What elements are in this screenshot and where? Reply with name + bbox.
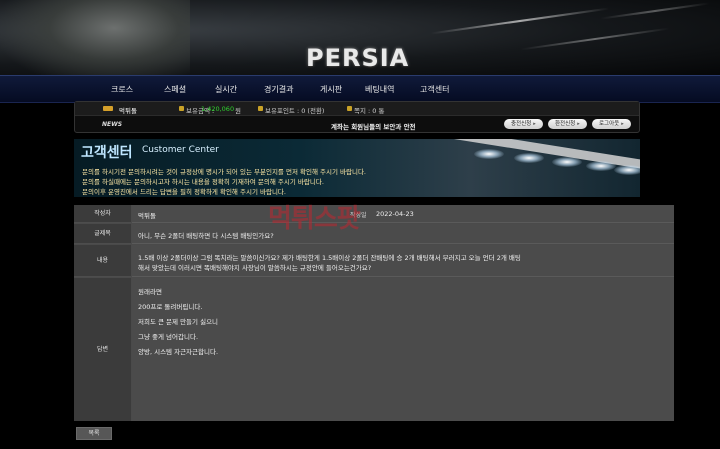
answer-line-5: 양방, 시스템 자근자근합니다.: [138, 348, 219, 356]
customer-center-banner: 고객센터 Customer Center 문의를 하시기전 문의하시려는 것이 …: [74, 139, 640, 197]
stadium-light: [552, 157, 582, 167]
balance-value: 1,420,060: [201, 105, 235, 113]
stadium-light: [586, 161, 616, 171]
account-info-bar: 먹튀돌 보유금액 : 1,420,060 원 보유포인트 : 0 (전환) 쪽지…: [74, 101, 640, 133]
chevron-right-icon: ▸: [533, 121, 536, 127]
account-row: 먹튀돌 보유금액 : 1,420,060 원 보유포인트 : 0 (전환) 쪽지…: [75, 102, 639, 116]
page-subtitle: Customer Center: [142, 145, 219, 155]
stadium-light: [514, 153, 544, 163]
news-label: NEWS: [102, 121, 123, 128]
author-label: 작성자: [94, 210, 111, 217]
deposit-request-button[interactable]: 충전신청 ▸: [504, 119, 543, 129]
content-label: 내용: [96, 257, 109, 264]
chevron-right-icon: ▸: [577, 121, 580, 127]
nav-live[interactable]: 실시간: [215, 84, 237, 95]
notes-icon: [347, 106, 352, 111]
content-row: 1.5배 이상 2폴더이상 그럼 똑치라는 말씀이신가요? 제가 배팅한게 1.…: [132, 245, 674, 277]
soldier-artwork: [0, 0, 190, 75]
guide-line-2: 문의를 하실때에는 문의하시고자 하시는 내용을 정확히 기재하여 문의해 주시…: [82, 178, 324, 186]
inquiry-detail-table: 작성자 먹튀돌 작성일 2022-04-23 글제목 아니, 무슨 2폴더 배팅…: [74, 205, 674, 421]
answer-line-3: 저희도 큰 문제 만들기 싫으니: [138, 318, 219, 326]
stadium-light: [474, 149, 504, 159]
level-icon: [103, 106, 113, 111]
balance-unit: 원: [235, 107, 241, 115]
site-header: PERSIA: [0, 0, 720, 75]
title-row: 아니, 무슨 2폴더 배팅하면 다 시스템 배팅인가요?: [132, 224, 674, 244]
nav-customer-center[interactable]: 고객센터: [420, 84, 449, 95]
watermark: 먹튀스팟: [268, 204, 361, 234]
answer-line-2: 200프로 돌려버립니다.: [138, 303, 203, 311]
guide-line-1: 문의를 하시기전 문의하시려는 것이 규정상에 명시가 되어 있는 부분인지를 …: [82, 168, 367, 176]
logout-label: 로그아웃: [599, 121, 620, 127]
nav-board[interactable]: 게시판: [320, 84, 342, 95]
username: 먹튀돌: [119, 107, 137, 115]
author-label-cell: 작성자: [74, 205, 131, 223]
news-ticker: 계좌는 회원님들의 보안과 안전: [331, 123, 416, 131]
nav-bet-history[interactable]: 베팅내역: [365, 84, 394, 95]
balance-icon: [179, 106, 184, 111]
author-value: 먹튀돌: [138, 212, 156, 220]
answer-line-1: 원래라면: [138, 288, 162, 296]
content-line-2: 해서 맞았는데 이러시면 똑배팅해야지 사장님이 말씀하시는 규정안에 들어오는…: [138, 264, 372, 272]
guide-line-3: 문의이후 운영진에서 드리는 답변을 필히 정확하게 확인해 주시기 바랍니다.: [82, 188, 286, 196]
nav-cross[interactable]: 크로스: [111, 84, 133, 95]
main-nav: 크로스 스페셜 실시간 경기결과 게시판 베팅내역 고객센터: [0, 75, 720, 103]
author-row: 먹튀돌 작성일 2022-04-23: [132, 205, 674, 223]
nav-special[interactable]: 스페셜: [164, 84, 186, 95]
chevron-right-icon: ▸: [621, 121, 624, 127]
answer-label: 답변: [96, 346, 109, 353]
post-title: 아니, 무슨 2폴더 배팅하면 다 시스템 배팅인가요?: [138, 232, 274, 240]
withdraw-request-label: 환전신청: [555, 121, 576, 127]
logout-button[interactable]: 로그아웃 ▸: [592, 119, 631, 129]
deposit-request-label: 충전신청: [511, 121, 532, 127]
title-label: 글제목: [94, 230, 111, 237]
answer-row: 원래라면 200프로 돌려버립니다. 저희도 큰 문제 만들기 싫으니 그냥 좋…: [132, 278, 674, 421]
light-streak: [600, 2, 710, 20]
site-logo[interactable]: PERSIA: [306, 44, 409, 72]
light-streak: [430, 7, 610, 35]
light-streak: [520, 27, 670, 51]
title-label-cell: 글제목: [74, 224, 131, 244]
list-button[interactable]: 목록: [76, 427, 112, 440]
answer-label-cell: 답변: [74, 278, 131, 421]
notes-label[interactable]: 쪽지 : 0 통: [354, 105, 384, 115]
points-label[interactable]: 보유포인트 : 0 (전환): [265, 105, 324, 115]
content-line-1: 1.5배 이상 2폴더이상 그럼 똑치라는 말씀이신가요? 제가 배팅한게 1.…: [138, 254, 521, 262]
withdraw-request-button[interactable]: 환전신청 ▸: [548, 119, 587, 129]
nav-results[interactable]: 경기결과: [264, 84, 293, 95]
answer-line-4: 그냥 좋게 넘어갑니다.: [138, 333, 199, 341]
points-icon: [258, 106, 263, 111]
stadium-light: [614, 165, 640, 175]
page-title: 고객센터: [81, 145, 133, 161]
date-value: 2022-04-23: [376, 210, 414, 218]
content-label-cell: 내용: [74, 245, 131, 277]
